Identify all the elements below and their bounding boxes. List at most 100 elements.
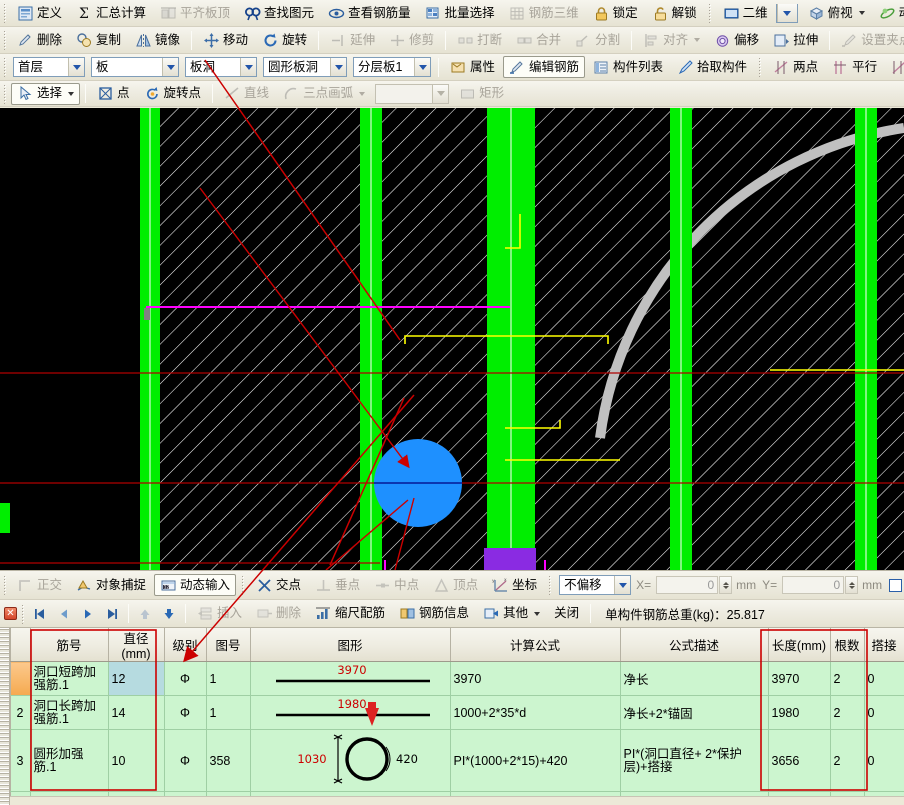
rebar-count-cell[interactable]: 2 [830, 730, 864, 792]
y-offset-input[interactable]: 0 [782, 576, 844, 594]
perpendicular-snap-toggle[interactable]: 垂点 [309, 574, 366, 596]
col-header-length[interactable]: 长度(mm) [768, 628, 830, 662]
toolbar-grip[interactable] [3, 84, 7, 104]
table-row[interactable]: 3 圆形加强筋.1 10 Φ 358 1030 [0, 730, 904, 792]
rebar-lap-cell[interactable]: 0 [864, 696, 904, 730]
col-header-formula[interactable]: 计算公式 [450, 628, 620, 662]
chevron-down-icon[interactable] [359, 92, 365, 96]
split-button[interactable]: 分割 [569, 29, 626, 51]
col-header-rowno[interactable] [10, 628, 30, 662]
rebar-name-cell[interactable]: 圆形加强筋.1 [30, 730, 108, 792]
horizontal-scrollbar[interactable] [0, 796, 904, 805]
rebar-desc-cell[interactable]: 净长 [620, 662, 768, 696]
insert-row-button[interactable]: 插入 [191, 603, 248, 625]
rebar-formula-cell[interactable]: PI*(1000+2*15)+420 [450, 730, 620, 792]
row-number[interactable] [10, 662, 30, 696]
vertex-snap-toggle[interactable]: 顶点 [427, 574, 484, 596]
rebar-length-cell[interactable]: 1980 [768, 696, 830, 730]
define-button[interactable]: 定义 [11, 2, 68, 24]
view-2d-button[interactable]: 二维 [717, 2, 774, 24]
component-type-select[interactable]: 板 [91, 57, 179, 77]
toolbar-grip[interactable] [3, 30, 7, 50]
other-menu-button[interactable]: 其他 [477, 603, 546, 625]
rebar-count-cell[interactable]: 2 [830, 696, 864, 730]
rebar-shape-cell[interactable]: 1980 [250, 696, 450, 730]
coordinate-snap-toggle[interactable]: yx 坐标 [486, 574, 543, 596]
break-button[interactable]: 打断 [451, 29, 508, 51]
col-header-lap[interactable]: 搭接 [864, 628, 904, 662]
summary-calc-button[interactable]: Σ 汇总计算 [70, 2, 152, 24]
chevron-down-icon[interactable] [414, 58, 430, 76]
rebar-diameter-cell[interactable]: 12 [108, 662, 164, 696]
rebar-diameter-cell[interactable]: 14 [108, 696, 164, 730]
toolbar-grip[interactable] [21, 604, 25, 624]
rebar-shape-cell[interactable]: 3970 [250, 662, 450, 696]
ortho-toggle[interactable]: 正交 [11, 574, 68, 596]
rebar-grade-cell[interactable]: Φ [164, 730, 206, 792]
rebar-figno-cell[interactable]: 1 [206, 696, 250, 730]
prev-record-button[interactable] [53, 604, 75, 624]
rebar-lap-cell[interactable]: 0 [864, 662, 904, 696]
rotate-button[interactable]: 旋转 [256, 29, 313, 51]
col-header-diameter[interactable]: 直径(mm) [108, 628, 164, 662]
close-icon[interactable]: ✕ [4, 607, 17, 620]
delete-row-button[interactable]: 删除 [250, 603, 307, 625]
stretch-button[interactable]: 拉伸 [767, 29, 824, 51]
chevron-down-icon[interactable] [614, 576, 630, 594]
floor-select[interactable]: 首层 [13, 57, 85, 77]
align-button[interactable]: 对齐 [637, 29, 706, 51]
col-header-figno[interactable]: 图号 [206, 628, 250, 662]
rebar-grade-cell[interactable]: Φ [164, 662, 206, 696]
chevron-down-icon[interactable] [68, 58, 84, 76]
rectangle-tool-button[interactable]: 矩形 [453, 83, 510, 105]
chevron-down-icon[interactable] [330, 58, 346, 76]
toolbar-grip[interactable] [3, 3, 7, 23]
three-point-arc-button[interactable]: 三点画弧 [277, 83, 371, 105]
line-tool-button[interactable]: 直线 [218, 83, 275, 105]
top-view-button[interactable]: 俯视 [802, 2, 871, 24]
layer-select[interactable]: 分层板1 [353, 57, 431, 77]
rebar-name-cell[interactable]: 洞口长跨加强筋.1 [30, 696, 108, 730]
move-down-button[interactable] [158, 604, 180, 624]
col-header-grade[interactable]: 级别 [164, 628, 206, 662]
lock-button[interactable]: 锁定 [587, 2, 644, 24]
dynamic-orbit-button[interactable]: 动态观察 [873, 2, 904, 24]
row-number[interactable]: 2 [10, 696, 30, 730]
first-record-button[interactable] [29, 604, 51, 624]
next-record-button[interactable] [77, 604, 99, 624]
rebar-grade-cell[interactable]: Φ [164, 696, 206, 730]
point-tool-button[interactable]: 点 [91, 83, 136, 105]
rebar-info-button[interactable]: 钢筋信息 [393, 603, 475, 625]
copy-button[interactable]: 复制 [70, 29, 127, 51]
rebar-count-cell[interactable]: 2 [830, 662, 864, 696]
unlock-button[interactable]: 解锁 [646, 2, 703, 24]
rebar-formula-cell[interactable]: 1000+2*35*d [450, 696, 620, 730]
select-tool-button[interactable]: 选择 [11, 83, 80, 105]
extend-button[interactable]: 延伸 [324, 29, 381, 51]
delete-button[interactable]: 删除 [11, 29, 68, 51]
draw-mode-select[interactable] [375, 84, 449, 104]
table-row[interactable]: 洞口短跨加强筋.1 12 Φ 1 3970 3970 净长 3970 2 0 [0, 662, 904, 696]
move-up-button[interactable] [134, 604, 156, 624]
x-offset-spinner[interactable] [719, 576, 732, 594]
chevron-down-icon[interactable] [240, 58, 256, 76]
toolbar-grip[interactable] [3, 57, 7, 77]
row-number[interactable]: 3 [10, 730, 30, 792]
mirror-button[interactable]: 镜像 [129, 29, 186, 51]
x-offset-input[interactable]: 0 [656, 576, 718, 594]
rotate-point-tool-button[interactable]: 旋转点 [138, 83, 208, 105]
edit-rebar-button[interactable]: 编辑钢筋 [503, 56, 585, 78]
midpoint-snap-toggle[interactable]: 中点 [368, 574, 425, 596]
dynamic-input-toggle[interactable]: 12 动态输入 [154, 574, 236, 596]
close-panel-button[interactable]: 关闭 [548, 603, 585, 625]
rebar-desc-cell[interactable]: 净长+2*锚固 [620, 696, 768, 730]
chevron-down-icon[interactable] [534, 612, 540, 616]
rebar-3d-button[interactable]: 钢筋三维 [503, 2, 585, 24]
parallel-axis-button[interactable]: 平行 [826, 56, 883, 78]
rebar-length-cell[interactable]: 3970 [768, 662, 830, 696]
chevron-down-icon[interactable] [432, 85, 448, 103]
properties-button[interactable]: 属性 [444, 56, 501, 78]
col-header-name[interactable]: 筋号 [30, 628, 108, 662]
two-point-axis-button[interactable]: 两点 [767, 56, 824, 78]
table-row[interactable]: 2 洞口长跨加强筋.1 14 Φ 1 1980 1000+2*35*d 净长+2… [0, 696, 904, 730]
